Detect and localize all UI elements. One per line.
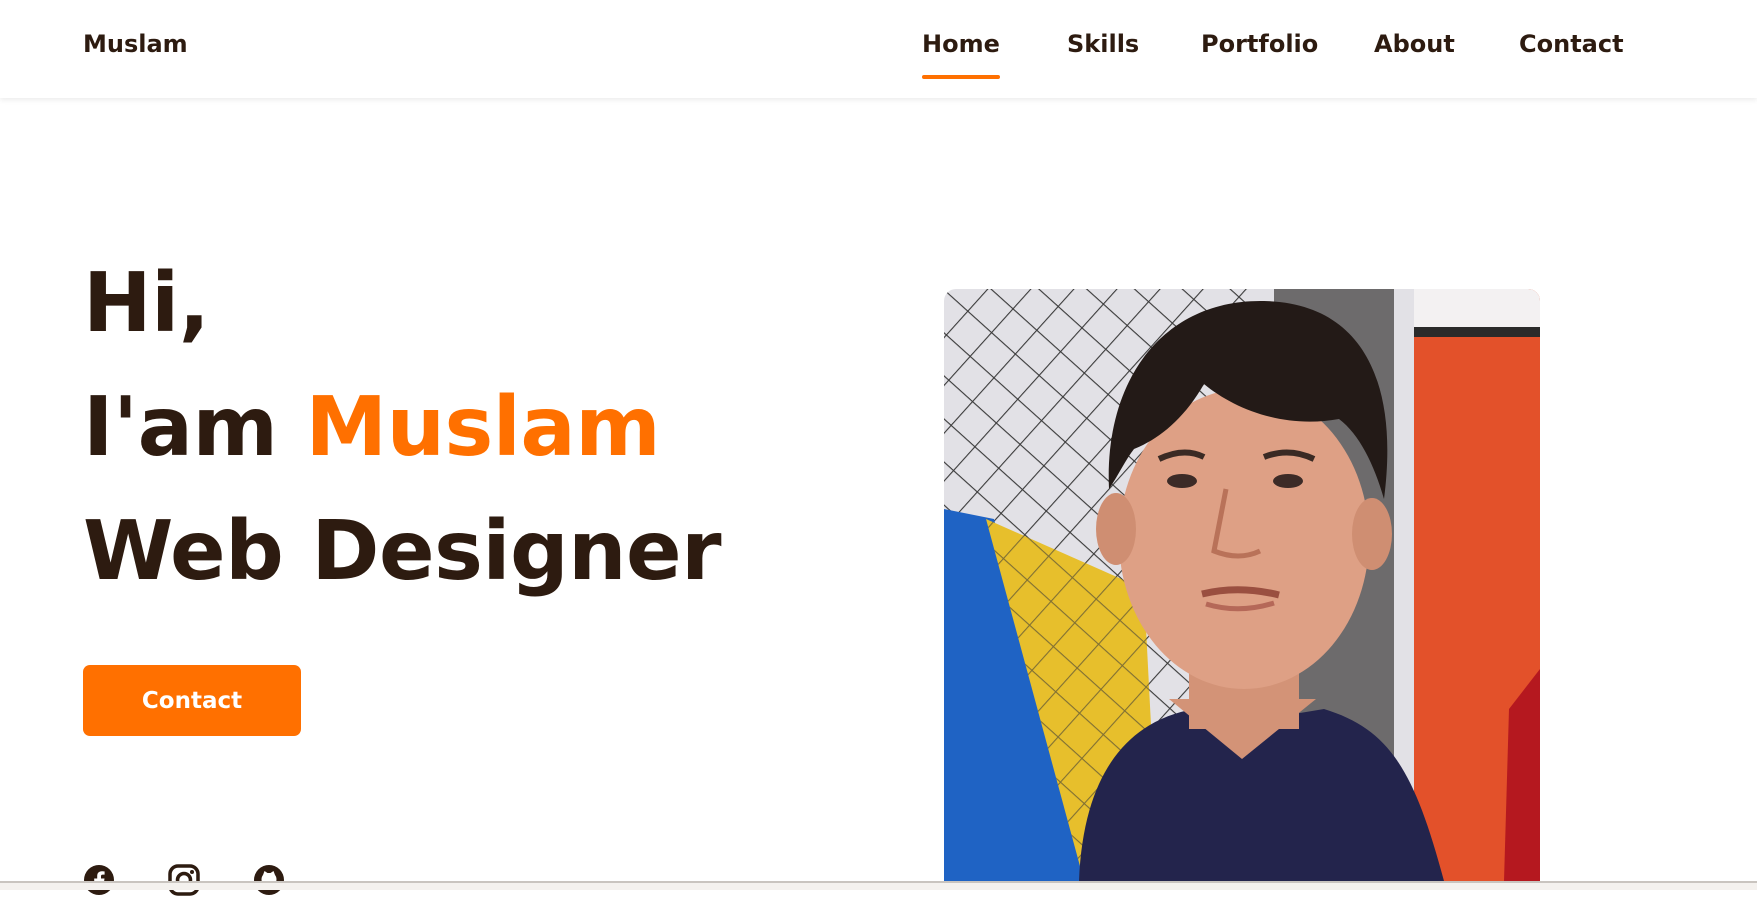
hero-intro: I'am Muslam [83, 366, 721, 490]
hero-intro-prefix: I'am [83, 380, 278, 475]
portrait-illustration [944, 289, 1540, 881]
instagram-icon[interactable] [168, 864, 200, 896]
hero-name: Muslam [305, 380, 661, 475]
nav-link-skills[interactable]: Skills [1067, 30, 1139, 58]
site-logo[interactable]: Muslam [83, 30, 188, 58]
site-header: Muslam Home Skills Portfolio About Conta… [0, 0, 1757, 98]
hero-greeting: Hi, [83, 256, 210, 351]
nav-link-home[interactable]: Home [922, 30, 1000, 79]
nav-link-portfolio[interactable]: Portfolio [1201, 30, 1318, 58]
hero-title: Hi, I'am Muslam Web Designer [83, 242, 722, 614]
contact-button[interactable]: Contact [83, 665, 301, 736]
hero-role: Web Designer [83, 504, 722, 599]
horizontal-scrollbar[interactable] [0, 881, 1757, 890]
profile-photo [944, 289, 1540, 881]
github-icon[interactable] [253, 864, 285, 896]
nav-link-contact[interactable]: Contact [1519, 30, 1624, 58]
nav-link-about[interactable]: About [1374, 30, 1455, 58]
facebook-icon[interactable] [83, 864, 115, 896]
